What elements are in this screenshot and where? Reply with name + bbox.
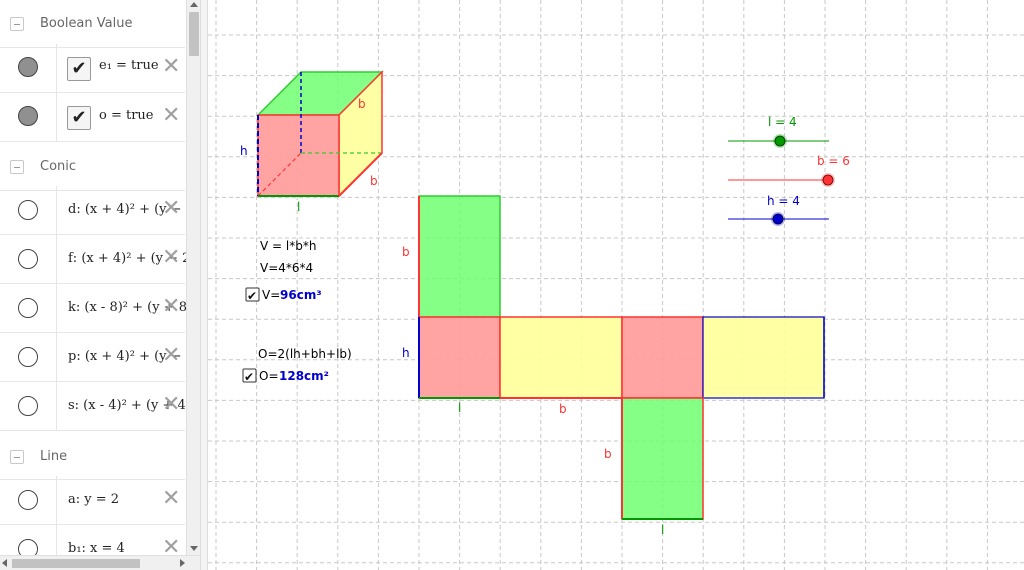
marble-cell [0,93,57,141]
horizontal-scrollbar[interactable] [0,555,200,570]
cube-label-b-right: b [370,174,378,188]
slider-h-handle-dot[interactable] [772,213,784,225]
scroll-down-arrow-icon[interactable] [190,546,198,551]
net-face-yellow-2[interactable] [702,316,825,399]
surface-result-label: O= [259,369,279,383]
checkmark-icon: ✔ [244,370,254,384]
checkmark-icon[interactable]: ✔ [67,106,91,130]
algebra-item-k[interactable]: k: (x - 8)² + (y + 8 ✕ [0,284,187,333]
group-header-line[interactable]: Line [0,432,185,480]
cube-label-l: l [297,200,300,214]
visibility-marble-icon[interactable] [18,396,38,416]
net-label-h: h [402,346,410,360]
volume-formula: V = l*b*h [260,239,316,253]
cube-label-b-top: b [358,97,366,111]
slider-b-label: b = 6 [817,154,850,168]
cube-label-h: h [240,144,248,158]
surface-checkbox[interactable]: ✔ [242,368,257,384]
net-face-red-right[interactable] [621,316,704,399]
slider-l-label: l = 4 [768,115,797,129]
marble-cell [0,235,57,283]
collapse-toggle-icon[interactable] [10,17,24,31]
visibility-marble-icon[interactable] [18,106,38,126]
slider-h[interactable]: h = 4 [728,194,829,226]
collapse-toggle-icon[interactable] [10,450,24,464]
slider-h-label: h = 4 [767,194,800,208]
algebra-item-d[interactable]: d: (x + 4)² + (y − 2 ✕ [0,186,194,235]
algebra-item-p[interactable]: p: (x + 4)² + (y − 2 ✕ [0,333,194,382]
scroll-up-arrow-icon[interactable] [190,2,198,7]
visibility-marble-icon[interactable] [18,490,38,510]
delete-x-icon[interactable]: ✕ [162,105,180,127]
net-face-bottom-green[interactable] [621,397,704,520]
algebra-item-label: e₁ = true [99,58,159,73]
group-header-conic[interactable]: Conic [0,143,185,191]
scroll-thumb[interactable] [189,12,199,56]
net-label-b-lower: b [604,447,612,461]
visibility-marble-icon[interactable] [18,249,38,269]
visibility-marble-icon[interactable] [18,347,38,367]
algebra-item-s[interactable]: s: (x - 4)² + (y + 4 ✕ [0,382,186,431]
scroll-right-arrow-icon[interactable] [180,559,185,567]
graphics-canvas[interactable]: h l b b b h l b b l V = l*b*h V=4*6*4 ✔ … [208,0,1024,570]
vertical-scrollbar[interactable] [186,0,200,555]
scroll-left-arrow-icon[interactable] [2,559,7,567]
delete-x-icon[interactable]: ✕ [162,198,180,220]
volume-result-label: V= [262,288,280,302]
group-title: Boolean Value [40,16,133,31]
algebra-item-f[interactable]: f: (x + 4)² + (y − 2) ✕ [0,235,196,284]
collapse-toggle-icon[interactable] [10,160,24,174]
algebra-item-label: a: y = 2 [68,492,120,507]
group-title: Line [40,449,68,464]
slider-l[interactable]: l = 4 [728,115,829,148]
graphics-view[interactable]: h l b b b h l b b l V = l*b*h V=4*6*4 ✔ … [208,0,1024,570]
volume-result-value: 96cm³ [280,288,322,302]
volume-checkbox[interactable]: ✔ [245,287,260,303]
net-label-b-bottom: b [559,402,567,416]
checkmark-icon: ✔ [247,289,257,303]
delete-x-icon[interactable]: ✕ [162,56,180,78]
net-face-top-green[interactable] [418,195,501,318]
visibility-marble-icon[interactable] [18,298,38,318]
algebra-item-label: o = true [99,108,154,123]
marble-cell [0,382,57,430]
view-splitter[interactable] [200,0,208,570]
group-title: Conic [40,159,77,174]
delete-x-icon[interactable]: ✕ [162,247,180,269]
algebra-item-a[interactable]: a: y = 2 ✕ [0,476,185,525]
group-header-boolean-value[interactable]: Boolean Value [0,0,185,48]
algebra-item-e1[interactable]: ✔ e₁ = true ✕ [0,44,185,93]
visibility-marble-icon[interactable] [18,200,38,220]
algebra-item-o[interactable]: ✔ o = true ✕ [0,93,185,142]
marble-cell [0,476,57,524]
marble-cell [0,333,57,381]
delete-x-icon[interactable]: ✕ [162,296,180,318]
marble-cell [0,44,57,92]
delete-x-icon[interactable]: ✕ [162,488,180,510]
slider-b-handle-dot[interactable] [822,174,834,186]
algebra-view: Boolean Value ✔ e₁ = true ✕ ✔ o = true ✕… [0,0,200,570]
checkmark-icon[interactable]: ✔ [67,57,91,81]
marble-cell [0,186,57,234]
slider-b[interactable]: b = 6 [728,154,850,187]
net-face-yellow-1[interactable] [499,316,623,399]
visibility-marble-icon[interactable] [18,57,38,77]
volume-substituted: V=4*6*4 [260,261,313,275]
marble-cell [0,284,57,332]
cuboid[interactable]: h l b b [240,70,384,214]
delete-x-icon[interactable]: ✕ [162,394,180,416]
scroll-thumb[interactable] [12,559,140,568]
net-label-l: l [458,401,461,415]
net-label-l-lower: l [661,523,664,537]
net-label-b-left: b [402,245,410,259]
volume-block: V = l*b*h V=4*6*4 ✔ V= 96cm³ [245,239,322,303]
net-face-red-left[interactable] [418,316,501,399]
surface-formula: O=2(lh+bh+lb) [258,347,352,361]
surface-result-value: 128cm² [279,369,329,383]
algebra-item-label: b₁: x = 4 [68,541,125,556]
slider-l-handle-dot[interactable] [774,135,786,147]
cuboid-net[interactable]: b h l b b l [402,195,825,537]
delete-x-icon[interactable]: ✕ [162,345,180,367]
